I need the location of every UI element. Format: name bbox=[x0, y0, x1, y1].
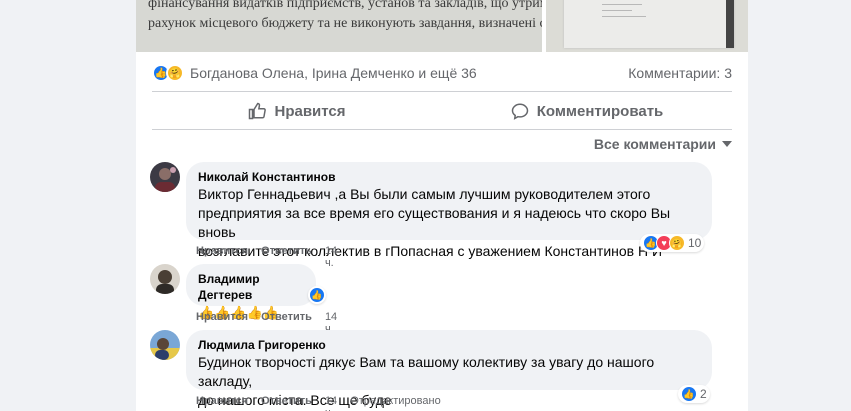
thumbs-up-icon bbox=[249, 102, 267, 120]
like-reaction-icon: 👍 bbox=[681, 386, 697, 402]
post-actions: Нравится Комментировать bbox=[152, 96, 732, 126]
comments-count-link[interactable]: Комментарии: 3 bbox=[628, 65, 732, 81]
comment-like-link[interactable]: Нравится bbox=[196, 395, 248, 411]
document-photo[interactable]: фінансування видатків підприємств, устан… bbox=[136, 0, 542, 52]
document-text-line: фінансування видатків підприємств, устан… bbox=[148, 0, 542, 11]
post-card: фінансування видатків підприємств, устан… bbox=[136, 0, 748, 411]
comment-timestamp[interactable]: 14 ч. bbox=[325, 245, 337, 269]
avatar[interactable] bbox=[150, 162, 180, 192]
divider bbox=[152, 129, 732, 130]
reactors-link[interactable]: Богданова Олена, Ірина Демченко и ещё 36 bbox=[190, 65, 477, 81]
reaction-count: 10 bbox=[688, 236, 702, 250]
comment-bubble: Людмила Григоренко Будинок творчості дяк… bbox=[186, 330, 712, 408]
comment-icon bbox=[511, 103, 528, 120]
comment-sort-dropdown[interactable]: Все комментарии bbox=[594, 136, 732, 152]
comment-author[interactable]: Владимир Дегтерев bbox=[198, 271, 304, 303]
comment-reactions[interactable]: 👍 bbox=[308, 286, 326, 304]
reaction-count: 2 bbox=[700, 387, 707, 401]
comment-author[interactable]: Николай Константинов bbox=[198, 169, 700, 185]
like-button[interactable]: Нравится bbox=[152, 96, 442, 126]
edited-label: Отредактировано bbox=[350, 395, 441, 407]
care-reaction-icon: 🤗 bbox=[669, 235, 685, 251]
comment-timestamp[interactable]: 14 ч. bbox=[325, 395, 337, 411]
caret-down-icon bbox=[722, 141, 732, 147]
avatar[interactable] bbox=[150, 330, 180, 360]
comment-text-line: предприятия за все время его существован… bbox=[198, 205, 671, 240]
comment-button[interactable]: Комментировать bbox=[442, 96, 732, 126]
sort-label: Все комментарии bbox=[593, 136, 716, 152]
post-attachment-images[interactable]: фінансування видатків підприємств, устан… bbox=[136, 0, 748, 52]
comment-bubble: Владимир Дегтерев 👍👍👍👍👍 bbox=[186, 264, 316, 320]
reactions-summary: 👍 🤗 Богданова Олена, Ірина Демченко и ещ… bbox=[152, 62, 732, 84]
comment-reactions[interactable]: 👍 ♥ 🤗 10 bbox=[640, 234, 705, 252]
comment-meta: Нравится Ответить 14 ч. Отредактировано bbox=[196, 395, 454, 411]
comment-bubble: Николай Константинов Виктор Геннадьевич … bbox=[186, 162, 712, 259]
like-reaction-icon: 👍 bbox=[309, 287, 325, 303]
like-button-label: Нравится bbox=[274, 102, 346, 120]
comment-reply-link[interactable]: Ответить bbox=[261, 395, 312, 411]
comment-button-label: Комментировать bbox=[536, 102, 664, 120]
comment-author[interactable]: Людмила Григоренко bbox=[198, 337, 700, 353]
care-reaction-icon[interactable]: 🤗 bbox=[166, 64, 184, 82]
paper-sheet bbox=[564, 0, 734, 48]
document-photo-2[interactable] bbox=[546, 0, 748, 52]
comment-reactions[interactable]: 👍 2 bbox=[678, 385, 710, 403]
avatar[interactable] bbox=[150, 264, 180, 294]
divider bbox=[152, 91, 732, 92]
document-text-line: рахунок місцевого бюджету та не виконуют… bbox=[148, 16, 542, 31]
comment-text-line: Виктор Геннадьевич ,а Вы были самым лучш… bbox=[198, 186, 651, 202]
comment-text-line: Будинок творчості дякує Вам та вашому ко… bbox=[198, 354, 655, 389]
